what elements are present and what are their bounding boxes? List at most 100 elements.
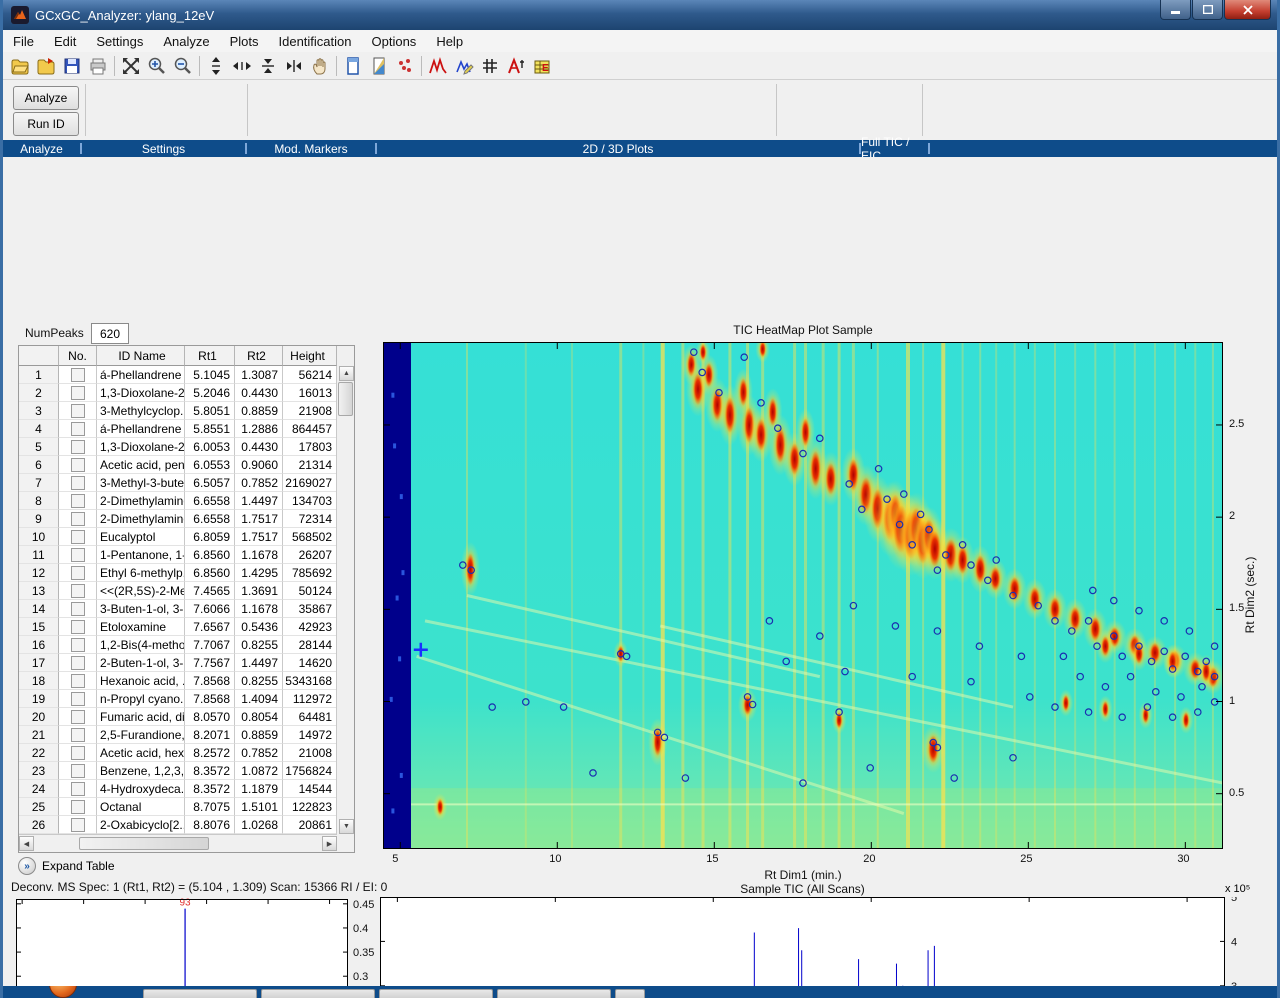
export-table-icon[interactable]: E bbox=[529, 53, 555, 79]
row-checkbox[interactable] bbox=[71, 368, 85, 382]
row-checkbox-cell[interactable] bbox=[59, 600, 97, 618]
row-checkbox[interactable] bbox=[71, 800, 85, 814]
row-checkbox[interactable] bbox=[71, 584, 85, 598]
row-checkbox[interactable] bbox=[71, 746, 85, 760]
row-checkbox-cell[interactable] bbox=[59, 564, 97, 582]
zoom-out-icon[interactable] bbox=[170, 53, 196, 79]
row-checkbox[interactable] bbox=[71, 638, 85, 652]
shrink-horizontal-icon[interactable] bbox=[281, 53, 307, 79]
scroll-up-arrow[interactable]: ▲ bbox=[339, 366, 354, 381]
row-checkbox-cell[interactable] bbox=[59, 762, 97, 780]
analyze-button[interactable]: Analyze bbox=[13, 86, 79, 110]
table-row[interactable]: 20Fumaric acid, di...8.05700.805464481 bbox=[19, 708, 354, 726]
table-row[interactable]: 19n-Propyl cyano...7.85681.4094112972 bbox=[19, 690, 354, 708]
row-checkbox[interactable] bbox=[71, 476, 85, 490]
row-checkbox-cell[interactable] bbox=[59, 744, 97, 762]
row-checkbox[interactable] bbox=[71, 656, 85, 670]
row-checkbox-cell[interactable] bbox=[59, 618, 97, 636]
print-icon[interactable] bbox=[85, 53, 111, 79]
tab-full-tic-eic[interactable]: Full TIC / EIC bbox=[861, 140, 928, 157]
table-row[interactable]: 18Hexanoic acid, ...7.85680.82555343168 bbox=[19, 672, 354, 690]
table-row[interactable]: 4á-Phellandrene5.85511.2886864457 bbox=[19, 420, 354, 438]
shrink-vertical-icon[interactable] bbox=[255, 53, 281, 79]
table-row[interactable]: 51,3-Dioxolane-2...6.00530.443017803 bbox=[19, 438, 354, 456]
close-button[interactable] bbox=[1224, 0, 1271, 20]
scatter-markers-icon[interactable] bbox=[392, 53, 418, 79]
table-row[interactable]: 212,5-Furandione,...8.20710.885914972 bbox=[19, 726, 354, 744]
row-checkbox[interactable] bbox=[71, 728, 85, 742]
tic-heatmap-plot[interactable] bbox=[383, 342, 1223, 849]
menu-help[interactable]: Help bbox=[426, 32, 473, 51]
scroll-thumb[interactable] bbox=[338, 382, 353, 416]
table-row[interactable]: 82-Dimethylamino...6.65581.4497134703 bbox=[19, 492, 354, 510]
run-id-button[interactable]: Run ID bbox=[13, 112, 79, 136]
row-checkbox[interactable] bbox=[71, 530, 85, 544]
menu-options[interactable]: Options bbox=[362, 32, 427, 51]
table-hscrollbar[interactable]: ◀▶ bbox=[19, 834, 337, 852]
row-checkbox-cell[interactable] bbox=[59, 438, 97, 456]
row-checkbox[interactable] bbox=[71, 404, 85, 418]
row-checkbox[interactable] bbox=[71, 602, 85, 616]
column-header-no[interactable]: No. bbox=[59, 346, 97, 366]
row-checkbox[interactable] bbox=[71, 440, 85, 454]
tic-plot[interactable]: 51015202530012345 bbox=[380, 897, 1270, 998]
table-row[interactable]: 21,3-Dioxolane-2...5.20460.443016013 bbox=[19, 384, 354, 402]
table-row[interactable]: 73-Methyl-3-bute...6.50570.78522169027 bbox=[19, 474, 354, 492]
grid-icon[interactable] bbox=[477, 53, 503, 79]
row-checkbox[interactable] bbox=[71, 512, 85, 526]
row-checkbox-cell[interactable] bbox=[59, 672, 97, 690]
peak-find-icon[interactable] bbox=[503, 53, 529, 79]
row-checkbox-cell[interactable] bbox=[59, 366, 97, 384]
row-checkbox-cell[interactable] bbox=[59, 726, 97, 744]
pan-hand-icon[interactable] bbox=[307, 53, 333, 79]
minimize-button[interactable] bbox=[1160, 0, 1191, 20]
view-panel-icon[interactable] bbox=[340, 53, 366, 79]
import-file-icon[interactable] bbox=[33, 53, 59, 79]
peak-pick-icon[interactable] bbox=[451, 53, 477, 79]
row-checkbox-cell[interactable] bbox=[59, 780, 97, 798]
maximize-button[interactable] bbox=[1192, 0, 1223, 20]
menu-settings[interactable]: Settings bbox=[86, 32, 153, 51]
scroll-left-arrow[interactable]: ◀ bbox=[19, 836, 34, 851]
expand-table-button[interactable]: » Expand Table bbox=[18, 857, 115, 875]
row-checkbox[interactable] bbox=[71, 386, 85, 400]
column-header-rt1[interactable]: Rt1 bbox=[185, 346, 235, 366]
row-checkbox[interactable] bbox=[71, 764, 85, 778]
numpeaks-input[interactable]: 620 bbox=[91, 323, 129, 344]
table-row[interactable]: 143-Buten-1-ol, 3-...7.60661.167835867 bbox=[19, 600, 354, 618]
ms-spectrum-plot[interactable]: 6977787980819192939495107108121136137406… bbox=[16, 895, 378, 998]
table-row[interactable]: 22Acetic acid, hex...8.25720.785221008 bbox=[19, 744, 354, 762]
peak-overlay-icon[interactable] bbox=[425, 53, 451, 79]
tab-2d-3d-plots[interactable]: 2D / 3D Plots bbox=[377, 140, 859, 157]
table-row[interactable]: 6Acetic acid, pen...6.05530.906021314 bbox=[19, 456, 354, 474]
table-row[interactable]: 262-Oxabicyclo[2....8.80761.026820861 bbox=[19, 816, 354, 834]
table-row[interactable]: 12Ethyl 6-methylp...6.85601.4295785692 bbox=[19, 564, 354, 582]
row-checkbox[interactable] bbox=[71, 566, 85, 580]
table-row[interactable]: 92-Dimethylamino...6.65581.751772314 bbox=[19, 510, 354, 528]
scroll-down-arrow[interactable]: ▼ bbox=[339, 819, 354, 834]
row-checkbox-cell[interactable] bbox=[59, 816, 97, 834]
column-header-height[interactable]: Height bbox=[283, 346, 337, 366]
row-checkbox-cell[interactable] bbox=[59, 636, 97, 654]
open-file-icon[interactable] bbox=[7, 53, 33, 79]
row-checkbox-cell[interactable] bbox=[59, 528, 97, 546]
table-row[interactable]: 13<<(2R,5S)-2-Me...7.45651.369150124 bbox=[19, 582, 354, 600]
table-row[interactable]: 33-Methylcyclop...5.80510.885921908 bbox=[19, 402, 354, 420]
tab-settings[interactable]: Settings bbox=[82, 140, 245, 157]
row-checkbox-cell[interactable] bbox=[59, 402, 97, 420]
row-checkbox-cell[interactable] bbox=[59, 492, 97, 510]
row-checkbox-cell[interactable] bbox=[59, 546, 97, 564]
menu-identification[interactable]: Identification bbox=[269, 32, 362, 51]
table-row[interactable]: 172-Buten-1-ol, 3-...7.75671.449714620 bbox=[19, 654, 354, 672]
menu-edit[interactable]: Edit bbox=[44, 32, 86, 51]
table-row[interactable]: 15Etoloxamine7.65670.543642923 bbox=[19, 618, 354, 636]
menu-file[interactable]: File bbox=[3, 32, 44, 51]
row-checkbox-cell[interactable] bbox=[59, 420, 97, 438]
column-header-idname[interactable]: ID Name bbox=[97, 346, 185, 366]
table-row[interactable]: 161,2-Bis(4-metho...7.70670.825528144 bbox=[19, 636, 354, 654]
view-colormap-icon[interactable] bbox=[366, 53, 392, 79]
row-checkbox[interactable] bbox=[71, 620, 85, 634]
row-checkbox[interactable] bbox=[71, 782, 85, 796]
tab-analyze[interactable]: Analyze bbox=[3, 140, 80, 157]
row-checkbox[interactable] bbox=[71, 674, 85, 688]
